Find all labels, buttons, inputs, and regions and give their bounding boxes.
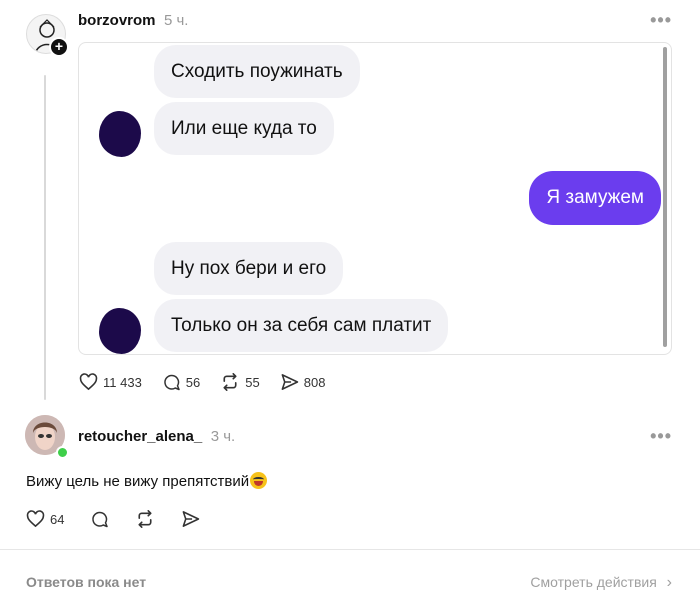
reply-more-icon[interactable]: ••• [650, 426, 672, 447]
post-time: 5 ч. [163, 12, 189, 29]
reply-time: 3 ч. [210, 428, 236, 445]
reply-body: Вижу цель не вижу препятствий [26, 472, 268, 490]
redacted-avatar [99, 111, 141, 157]
reply-text: Вижу цель не вижу препятствий [26, 473, 250, 490]
chat-bubble-incoming: Сходить поужинать [154, 45, 360, 98]
repost-count: 55 [245, 374, 260, 390]
post-header: borzovrom 5 ч. [78, 12, 188, 30]
divider [0, 549, 700, 550]
like-count: 11 433 [103, 374, 142, 390]
repost-button[interactable]: 55 [220, 373, 260, 391]
share-button[interactable]: 808 [280, 373, 326, 391]
reply-comment-button[interactable] [90, 510, 109, 528]
chat-bubble-incoming: Или еще куда то [154, 102, 334, 155]
reply-username[interactable]: retoucher_alena_ [78, 428, 202, 445]
no-replies-label: Ответов пока нет [26, 574, 147, 590]
reply-like-count: 64 [50, 511, 65, 527]
comment-button[interactable]: 56 [162, 373, 200, 391]
share-count: 808 [303, 374, 326, 390]
view-activity-link[interactable]: Смотреть действия › [530, 574, 672, 592]
post-actions: 11 433 56 55 808 [79, 373, 325, 391]
thread-line [44, 75, 46, 400]
follow-plus-icon[interactable]: + [49, 37, 69, 57]
online-status-indicator [56, 446, 69, 459]
chat-bubble-incoming: Ну пох бери и его [154, 242, 344, 295]
repost-icon [223, 373, 237, 391]
chat-bubble-outgoing: Я замужем [529, 171, 661, 225]
reply-share-button[interactable] [181, 510, 200, 528]
send-icon [281, 374, 298, 390]
view-activity-label: Смотреть действия [530, 574, 657, 590]
image-scrollbar [663, 47, 667, 347]
heart-icon [26, 510, 45, 528]
send-icon [183, 511, 200, 527]
reply-header: retoucher_alena_ 3 ч. [78, 428, 235, 446]
post-username[interactable]: borzovrom [78, 12, 156, 29]
redacted-avatar [99, 308, 141, 354]
post-more-icon[interactable]: ••• [650, 10, 672, 31]
reply-repost-button[interactable] [135, 510, 155, 528]
comment-icon [164, 374, 180, 391]
heart-icon [79, 373, 98, 391]
chat-bubble-incoming: Только он за себя сам платит [154, 299, 449, 352]
repost-icon [138, 510, 153, 528]
post-image[interactable]: Сходить поужинать Или еще куда то Я заму… [78, 42, 672, 355]
chevron-right-icon: › [666, 574, 672, 591]
comment-count: 56 [185, 374, 201, 390]
like-button[interactable]: 11 433 [79, 373, 142, 391]
comment-icon [92, 511, 109, 528]
grinning-face-emoji-icon [250, 472, 268, 489]
reply-like-button[interactable]: 64 [26, 510, 64, 528]
reply-actions: 64 [26, 510, 200, 528]
